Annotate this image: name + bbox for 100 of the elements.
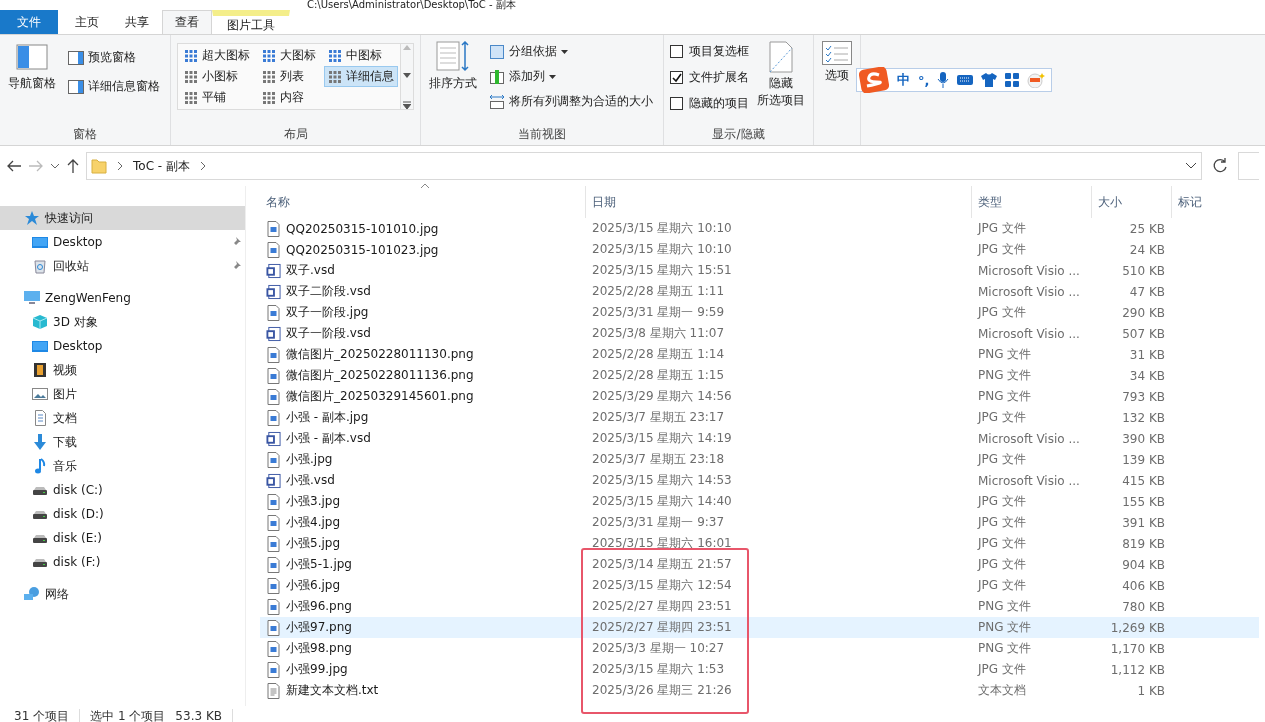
file-name[interactable]: 双子.vsd [260,262,585,279]
layout-option[interactable]: 列表 [258,66,320,87]
file-name[interactable]: 小强5-1.jpg [260,556,585,573]
layout-option[interactable]: 内容 [258,87,320,108]
punctuation-toggle[interactable]: °, [918,72,930,88]
ribbon-tab[interactable]: 文件 [0,10,58,34]
file-name[interactable]: 小强4.jpg [260,514,585,531]
size-cell-text: 290 KB [1121,305,1166,320]
file-name[interactable]: 小强 - 副本.jpg [260,409,585,426]
sidebar-item[interactable]: 网络 [0,582,245,606]
details-pane-button[interactable]: 详细信息窗格 [64,76,164,97]
sidebar-item[interactable]: ZengWenFeng [0,286,245,310]
sidebar-item[interactable]: disk (D:) [0,502,245,526]
file-name[interactable]: 小强3.jpg [260,493,585,510]
layout-option[interactable]: 详细信息 [324,66,398,87]
layout-option[interactable]: 大图标 [258,45,320,66]
type-cell-text: 文本文档 [977,682,1027,699]
group-label: 当前视图 [517,126,567,143]
sidebar-item[interactable]: 文档 [0,406,245,430]
column-header[interactable]: 大小 [1091,186,1171,218]
file-name[interactable]: 微信图片_20250228011130.png [260,346,585,363]
sort-button[interactable]: 排序方式 [427,39,479,94]
file-name[interactable]: 小强96.png [260,598,585,615]
options-button[interactable]: 选项 [820,39,854,86]
up-arrow-icon[interactable] [66,158,80,174]
type-cell-text: JPG 文件 [976,535,1027,552]
size-cell-text: 1,170 KB [1109,641,1166,656]
sidebar-item[interactable]: Desktop [0,334,245,358]
file-name[interactable]: 小强97.png [260,619,585,636]
column-header[interactable]: 标记 [1171,186,1265,218]
file-name[interactable]: 微信图片_20250228011136.png [260,367,585,384]
sidebar-item[interactable]: 回收站 [0,254,245,278]
chevron-down-icon[interactable] [1185,162,1197,170]
layout-option[interactable]: 超大图标 [180,45,254,66]
picture-icon [32,386,48,402]
file-name[interactable]: 双子二阶段.vsd [260,283,585,300]
sidebar-item[interactable]: 3D 对象 [0,310,245,334]
column-header[interactable]: 类型 [971,186,1091,218]
ribbon-tab[interactable]: 主页 [62,10,112,34]
column-header[interactable]: 日期 [585,186,971,218]
desktop-icon [32,234,48,250]
search-field[interactable] [1238,152,1259,180]
preview-pane-button[interactable]: 预览窗格 [64,47,164,68]
view-icon [262,90,276,105]
date-cell-text: 2025/3/15 星期六 10:10 [591,241,733,258]
layout-option[interactable]: 小图标 [180,66,254,87]
input-mode-toggle[interactable]: 中 [897,71,910,89]
file-name[interactable]: 双子一阶段.jpg [260,304,585,321]
file-name[interactable]: 小强.jpg [260,451,585,468]
back-arrow-icon[interactable] [6,159,22,173]
file-name[interactable]: 小强.vsd [260,472,585,489]
file-name[interactable]: 新建文本文档.txt [260,682,585,699]
file-name[interactable]: QQ20250315-101010.jpg [260,220,585,237]
sidebar-item[interactable]: disk (F:) [0,550,245,574]
ribbon-tab[interactable]: 共享 [112,10,162,34]
caret-icon [549,74,556,79]
sidebar-item[interactable]: Desktop [0,230,245,254]
layout-option[interactable]: 中图标 [324,45,398,66]
microphone-icon[interactable] [937,72,950,88]
file-name[interactable]: 双子一阶段.vsd [260,325,585,342]
shirt-icon[interactable] [981,73,998,87]
layout-option[interactable]: 平铺 [180,87,254,108]
type-cell-text: PNG 文件 [977,346,1033,363]
file-name[interactable]: 小强99.jpg [260,661,585,678]
file-name[interactable]: 小强98.png [260,640,585,657]
chevron-down-icon[interactable] [50,162,60,170]
scroll-down-icon[interactable] [403,72,411,79]
type-cell-text: JPG 文件 [976,514,1027,531]
sidebar-item[interactable]: 图片 [0,382,245,406]
sidebar-item[interactable]: 下载 [0,430,245,454]
keyboard-icon[interactable] [957,74,974,86]
file-name[interactable]: 小强6.jpg [260,577,585,594]
address-field[interactable]: ToC - 副本 [86,152,1202,180]
ribbon-tab[interactable]: 查看 [162,10,212,34]
hide-selected-button[interactable]: 隐藏 所选项目 [755,39,807,111]
group-by-button[interactable]: 分组依据 [485,41,657,62]
file-name[interactable]: QQ20250315-101023.jpg [260,241,585,258]
navigation-pane-button[interactable]: 导航窗格 [6,39,58,94]
date-cell-text: 2025/3/14 星期五 21:57 [591,556,733,573]
sidebar-item[interactable]: 视频 [0,358,245,382]
expand-icon[interactable] [403,101,411,109]
checkbox-option[interactable]: 隐藏的项目 [670,95,749,112]
type-cell-text: Microsoft Visio ... [977,473,1081,488]
add-column-button[interactable]: 添加列 [485,66,657,87]
file-name[interactable]: 小强 - 副本.vsd [260,430,585,447]
item-count: 31 个项目 [14,707,70,722]
column-header[interactable]: 名称 [260,186,585,218]
checkbox-option[interactable]: 文件扩展名 [670,69,749,86]
fit-columns-button[interactable]: 将所有列调整为合适的大小 [485,91,657,112]
grid-icon[interactable] [1005,73,1020,87]
sidebar-item[interactable]: disk (C:) [0,478,245,502]
sidebar-item[interactable]: 音乐 [0,454,245,478]
checkbox-option[interactable]: 项目复选框 [670,43,749,60]
breadcrumb[interactable]: ToC - 副本 [133,157,190,175]
file-name[interactable]: 微信图片_20250329145601.png [260,388,585,405]
sidebar-item[interactable]: 快速访问 [0,206,245,230]
network-icon [24,586,40,602]
sidebar-item[interactable]: disk (E:) [0,526,245,550]
mascot-icon[interactable] [1027,72,1046,88]
file-name[interactable]: 小强5.jpg [260,535,585,552]
